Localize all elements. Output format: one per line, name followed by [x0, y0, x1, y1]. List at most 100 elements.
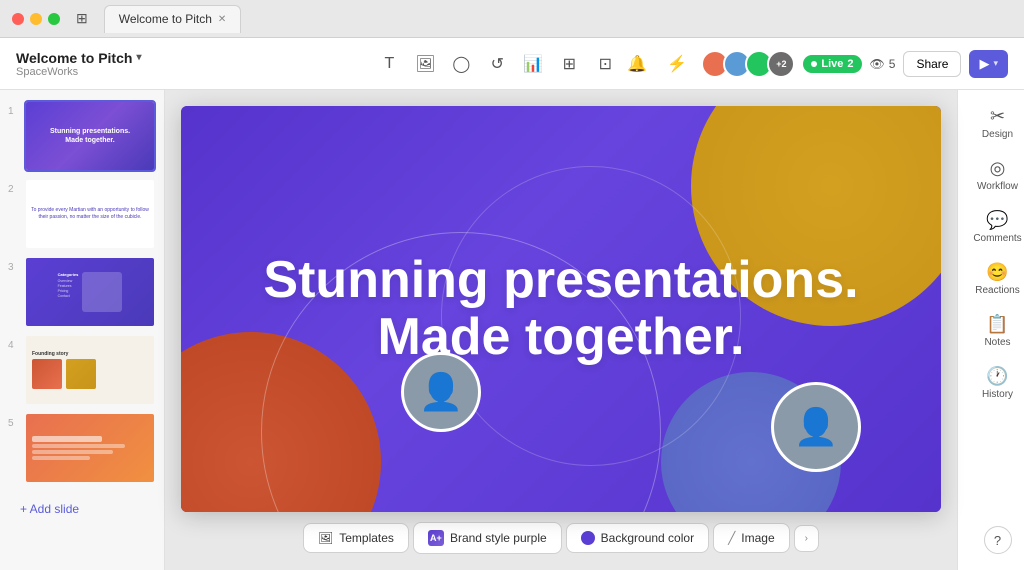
person-left-icon: 👤 — [419, 371, 464, 413]
brand-style-icon: A+ — [428, 530, 444, 546]
comments-label: Comments — [973, 233, 1021, 244]
tab-bar: Welcome to Pitch ✕ — [96, 5, 242, 33]
eye-icon: 👁 — [870, 57, 885, 71]
brand-style-label: Brand style purple — [450, 531, 547, 545]
reactions-label: Reactions — [975, 285, 1019, 296]
more-chevron-icon: › — [805, 533, 808, 544]
app-grid-icon[interactable]: ⊞ — [76, 10, 88, 27]
avatar-stack: +2 — [701, 50, 795, 78]
background-color-button[interactable]: Background color — [566, 523, 709, 553]
app-title-name[interactable]: Welcome to Pitch ▾ — [16, 50, 141, 66]
slide-item-1[interactable]: 1 Stunning presentations.Made together. — [8, 100, 156, 172]
embed-tool-button[interactable]: ⊡ — [589, 48, 621, 80]
toolbar-right: 🔔 ⚡ +2 Live 2 👁 5 Share ▶ ▾ — [621, 48, 1008, 80]
app-title: Welcome to Pitch ▾ SpaceWorks — [16, 50, 141, 78]
canvas-area: Stunning presentations. Made together. 👤… — [165, 90, 957, 570]
share-button[interactable]: Share — [903, 51, 961, 77]
title-bar: ⊞ Welcome to Pitch ✕ — [0, 0, 1024, 38]
tab-close-icon[interactable]: ✕ — [218, 14, 226, 25]
more-options-button[interactable]: › — [794, 525, 819, 552]
shapes-tool-button[interactable]: ◯ — [445, 48, 477, 80]
brand-style-button[interactable]: A+ Brand style purple — [413, 522, 562, 554]
live-badge[interactable]: Live 2 — [803, 55, 861, 73]
slide-thumb-3[interactable]: Categories OverviewFeaturesPricingContac… — [24, 256, 156, 328]
slide-thumb-1[interactable]: Stunning presentations.Made together. — [24, 100, 156, 172]
play-chevron: ▾ — [993, 58, 998, 69]
history-label: History — [982, 389, 1013, 400]
tab-welcome-to-pitch[interactable]: Welcome to Pitch ✕ — [104, 5, 242, 33]
tab-label: Welcome to Pitch — [119, 12, 212, 26]
image-label: Image — [741, 531, 774, 545]
notes-icon: 📋 — [986, 314, 1008, 335]
add-slide-button[interactable]: + Add slide — [8, 494, 156, 524]
lightning-button[interactable]: ⚡ — [661, 48, 693, 80]
live-label: Live — [821, 58, 843, 70]
minimize-button[interactable] — [30, 13, 42, 25]
image-tool-button[interactable]: 🖼 — [409, 48, 441, 80]
help-button[interactable]: ? — [984, 526, 1012, 554]
right-panel: ✂ Design ◎ Workflow 💬 Comments 😊 Reactio… — [957, 90, 1024, 570]
slide-item-5[interactable]: 5 — [8, 412, 156, 484]
table-tool-button[interactable]: ⊞ — [553, 48, 585, 80]
slide-item-4[interactable]: 4 Founding story — [8, 334, 156, 406]
reactions-icon: 😊 — [986, 262, 1008, 283]
play-button[interactable]: ▶ ▾ — [969, 50, 1008, 78]
title-chevron-icon: ▾ — [136, 52, 141, 63]
slide-headline: Stunning presentations. Made together. — [263, 252, 858, 366]
design-panel-button[interactable]: ✂ Design — [958, 98, 1024, 148]
slide-thumb-2[interactable]: To provide every Martian with an opportu… — [24, 178, 156, 250]
avatar-more: +2 — [767, 50, 795, 78]
slide-panel: 1 Stunning presentations.Made together. … — [0, 90, 165, 570]
comments-panel-button[interactable]: 💬 Comments — [958, 202, 1024, 252]
toolbar: Welcome to Pitch ▾ SpaceWorks T 🖼 ◯ ↺ 📊 … — [0, 38, 1024, 90]
design-label: Design — [982, 129, 1013, 140]
toolbar-icons: T 🖼 ◯ ↺ 📊 ⊞ ⊡ — [373, 48, 621, 80]
history-panel-button[interactable]: 🕐 History — [958, 358, 1024, 408]
slide-main-text: Stunning presentations. Made together. — [263, 252, 858, 366]
slide-thumb-5[interactable] — [24, 412, 156, 484]
slide-item-3[interactable]: 3 Categories OverviewFeaturesPricingCont… — [8, 256, 156, 328]
slide-num-1: 1 — [8, 100, 18, 117]
background-color-label: Background color — [601, 531, 694, 545]
close-button[interactable] — [12, 13, 24, 25]
notes-panel-button[interactable]: 📋 Notes — [958, 306, 1024, 356]
background-color-icon — [581, 531, 595, 545]
image-button[interactable]: ╱ Image — [713, 523, 790, 553]
slide-num-2: 2 — [8, 178, 18, 195]
play-icon: ▶ — [979, 56, 989, 72]
viewers-count: 👁 5 — [870, 57, 896, 71]
traffic-lights — [12, 13, 60, 25]
chart-tool-button[interactable]: 📊 — [517, 48, 549, 80]
fullscreen-button[interactable] — [48, 13, 60, 25]
live-dot — [811, 61, 817, 67]
workspace-label: SpaceWorks — [16, 66, 141, 78]
templates-icon: 🖼 — [318, 531, 333, 545]
workflow-panel-button[interactable]: ◎ Workflow — [958, 150, 1024, 200]
comments-icon: 💬 — [986, 210, 1008, 231]
design-icon: ✂ — [990, 106, 1005, 127]
person-right-icon: 👤 — [794, 406, 839, 448]
slide-num-3: 3 — [8, 256, 18, 273]
live-count: 2 — [847, 58, 853, 70]
templates-label: Templates — [339, 531, 394, 545]
history-icon: 🕐 — [986, 366, 1008, 387]
avatar-person-right: 👤 — [771, 382, 861, 472]
workflow-label: Workflow — [977, 181, 1018, 192]
image-icon: ╱ — [728, 531, 735, 545]
help-label: ? — [994, 533, 1001, 548]
slide-canvas: Stunning presentations. Made together. 👤… — [181, 106, 941, 512]
bottom-toolbar: 🖼 Templates A+ Brand style purple Backgr… — [303, 522, 819, 554]
workflow-icon: ◎ — [990, 158, 1006, 179]
slide-item-2[interactable]: 2 To provide every Martian with an oppor… — [8, 178, 156, 250]
templates-button[interactable]: 🖼 Templates — [303, 523, 409, 553]
avatar-person-left: 👤 — [401, 352, 481, 432]
slide-num-4: 4 — [8, 334, 18, 351]
text-tool-button[interactable]: T — [373, 48, 405, 80]
main-area: 1 Stunning presentations.Made together. … — [0, 90, 1024, 570]
notes-label: Notes — [984, 337, 1010, 348]
connector-tool-button[interactable]: ↺ — [481, 48, 513, 80]
notifications-button[interactable]: 🔔 — [621, 48, 653, 80]
slide-num-5: 5 — [8, 412, 18, 429]
reactions-panel-button[interactable]: 😊 Reactions — [958, 254, 1024, 304]
slide-thumb-4[interactable]: Founding story — [24, 334, 156, 406]
